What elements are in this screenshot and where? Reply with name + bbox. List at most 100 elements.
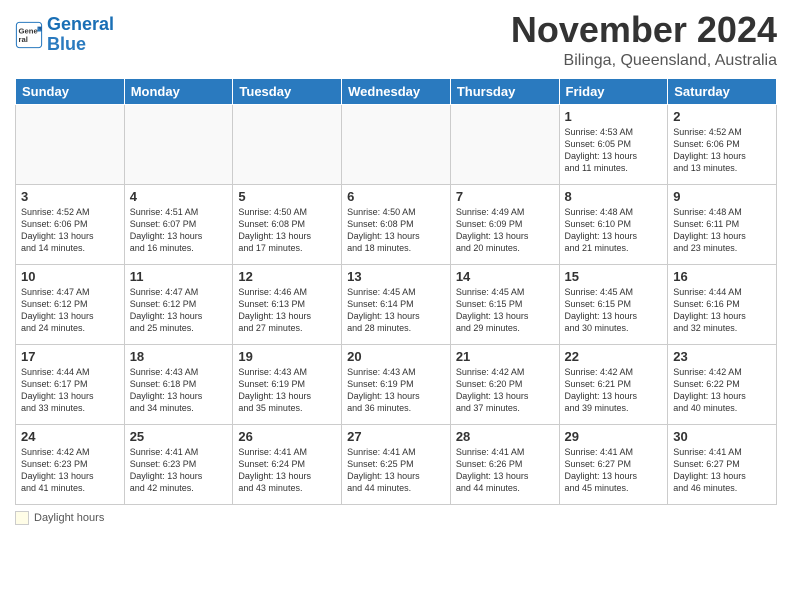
- calendar-cell: 11 Sunrise: 4:47 AM Sunset: 6:12 PM Dayli…: [124, 264, 233, 344]
- calendar-cell: 12Sunrise: 4:46 AM Sunset: 6:13 PM Dayli…: [233, 264, 342, 344]
- day-number: 7: [456, 189, 554, 204]
- day-info: Sunrise: 4:51 AM Sunset: 6:07 PM Dayligh…: [130, 206, 228, 255]
- calendar-cell: 7 Sunrise: 4:49 AM Sunset: 6:09 PM Daylig…: [450, 184, 559, 264]
- day-number: 11: [130, 269, 228, 284]
- calendar-cell: 14Sunrise: 4:45 AM Sunset: 6:15 PM Dayli…: [450, 264, 559, 344]
- day-number: 17: [21, 349, 119, 364]
- svg-text:Gene: Gene: [19, 26, 39, 35]
- day-number: 2: [673, 109, 771, 124]
- calendar-cell: 18 Sunrise: 4:43 AM Sunset: 6:18 PM Dayli…: [124, 344, 233, 424]
- day-number: 24: [21, 429, 119, 444]
- day-info: Sunrise: 4:43 AM Sunset: 6:19 PM Dayligh…: [347, 366, 445, 415]
- day-number: 18: [130, 349, 228, 364]
- day-number: 19: [238, 349, 336, 364]
- day-info: Sunrise: 4:41 AM Sunset: 6:24 PM Dayligh…: [238, 446, 336, 495]
- day-number: 25: [130, 429, 228, 444]
- calendar-header-monday: Monday: [124, 78, 233, 104]
- calendar-cell: [16, 104, 125, 184]
- day-number: 16: [673, 269, 771, 284]
- calendar-week-3: 17Sunrise: 4:44 AM Sunset: 6:17 PM Dayli…: [16, 344, 777, 424]
- day-number: 29: [565, 429, 663, 444]
- calendar-cell: 8Sunrise: 4:48 AM Sunset: 6:10 PM Daylig…: [559, 184, 668, 264]
- day-info: Sunrise: 4:42 AM Sunset: 6:22 PM Dayligh…: [673, 366, 771, 415]
- calendar-cell: 15Sunrise: 4:45 AM Sunset: 6:15 PM Dayli…: [559, 264, 668, 344]
- day-info: Sunrise: 4:47 AM Sunset: 6:12 PM Dayligh…: [130, 286, 228, 335]
- calendar-cell: 9 Sunrise: 4:48 AM Sunset: 6:11 PM Daylig…: [668, 184, 777, 264]
- calendar-cell: 26 Sunrise: 4:41 AM Sunset: 6:24 PM Dayli…: [233, 424, 342, 504]
- calendar-header-saturday: Saturday: [668, 78, 777, 104]
- header: Gene ral General Blue November 2024 Bili…: [15, 10, 777, 70]
- day-info: Sunrise: 4:42 AM Sunset: 6:21 PM Dayligh…: [565, 366, 663, 415]
- legend-label: Daylight hours: [34, 512, 104, 524]
- day-number: 6: [347, 189, 445, 204]
- calendar-week-0: 1Sunrise: 4:53 AM Sunset: 6:05 PM Daylig…: [16, 104, 777, 184]
- month-title: November 2024: [511, 10, 777, 50]
- day-info: Sunrise: 4:42 AM Sunset: 6:23 PM Dayligh…: [21, 446, 119, 495]
- day-info: Sunrise: 4:41 AM Sunset: 6:27 PM Dayligh…: [565, 446, 663, 495]
- svg-text:ral: ral: [19, 35, 28, 44]
- day-number: 27: [347, 429, 445, 444]
- calendar-cell: 10Sunrise: 4:47 AM Sunset: 6:12 PM Dayli…: [16, 264, 125, 344]
- calendar-cell: 13Sunrise: 4:45 AM Sunset: 6:14 PM Dayli…: [342, 264, 451, 344]
- day-info: Sunrise: 4:50 AM Sunset: 6:08 PM Dayligh…: [238, 206, 336, 255]
- day-number: 30: [673, 429, 771, 444]
- logo-text-blue: Blue: [47, 35, 114, 55]
- day-info: Sunrise: 4:50 AM Sunset: 6:08 PM Dayligh…: [347, 206, 445, 255]
- day-number: 23: [673, 349, 771, 364]
- day-info: Sunrise: 4:44 AM Sunset: 6:16 PM Dayligh…: [673, 286, 771, 335]
- calendar-header-wednesday: Wednesday: [342, 78, 451, 104]
- calendar-cell: 1Sunrise: 4:53 AM Sunset: 6:05 PM Daylig…: [559, 104, 668, 184]
- calendar-cell: 20 Sunrise: 4:43 AM Sunset: 6:19 PM Dayli…: [342, 344, 451, 424]
- day-number: 21: [456, 349, 554, 364]
- day-info: Sunrise: 4:48 AM Sunset: 6:11 PM Dayligh…: [673, 206, 771, 255]
- day-info: Sunrise: 4:46 AM Sunset: 6:13 PM Dayligh…: [238, 286, 336, 335]
- location-title: Bilinga, Queensland, Australia: [511, 52, 777, 70]
- calendar-cell: 17Sunrise: 4:44 AM Sunset: 6:17 PM Dayli…: [16, 344, 125, 424]
- calendar-cell: 6 Sunrise: 4:50 AM Sunset: 6:08 PM Daylig…: [342, 184, 451, 264]
- calendar-header-tuesday: Tuesday: [233, 78, 342, 104]
- logo-icon: Gene ral: [15, 21, 43, 49]
- day-info: Sunrise: 4:45 AM Sunset: 6:15 PM Dayligh…: [565, 286, 663, 335]
- day-number: 4: [130, 189, 228, 204]
- calendar-header-sunday: Sunday: [16, 78, 125, 104]
- day-info: Sunrise: 4:42 AM Sunset: 6:20 PM Dayligh…: [456, 366, 554, 415]
- calendar-cell: 28 Sunrise: 4:41 AM Sunset: 6:26 PM Dayli…: [450, 424, 559, 504]
- calendar-cell: [342, 104, 451, 184]
- calendar-week-4: 24 Sunrise: 4:42 AM Sunset: 6:23 PM Dayli…: [16, 424, 777, 504]
- calendar-week-2: 10Sunrise: 4:47 AM Sunset: 6:12 PM Dayli…: [16, 264, 777, 344]
- day-info: Sunrise: 4:41 AM Sunset: 6:26 PM Dayligh…: [456, 446, 554, 495]
- calendar-cell: 19 Sunrise: 4:43 AM Sunset: 6:19 PM Dayli…: [233, 344, 342, 424]
- day-number: 28: [456, 429, 554, 444]
- page-container: Gene ral General Blue November 2024 Bili…: [0, 0, 792, 535]
- calendar-cell: [233, 104, 342, 184]
- day-number: 26: [238, 429, 336, 444]
- day-info: Sunrise: 4:52 AM Sunset: 6:06 PM Dayligh…: [673, 126, 771, 175]
- calendar-cell: 25Sunrise: 4:41 AM Sunset: 6:23 PM Dayli…: [124, 424, 233, 504]
- calendar-cell: 24 Sunrise: 4:42 AM Sunset: 6:23 PM Dayli…: [16, 424, 125, 504]
- calendar-cell: 16 Sunrise: 4:44 AM Sunset: 6:16 PM Dayli…: [668, 264, 777, 344]
- day-info: Sunrise: 4:49 AM Sunset: 6:09 PM Dayligh…: [456, 206, 554, 255]
- title-area: November 2024 Bilinga, Queensland, Austr…: [511, 10, 777, 70]
- calendar-cell: 27 Sunrise: 4:41 AM Sunset: 6:25 PM Dayli…: [342, 424, 451, 504]
- calendar-header-thursday: Thursday: [450, 78, 559, 104]
- day-number: 14: [456, 269, 554, 284]
- legend: Daylight hours: [15, 511, 777, 525]
- calendar-cell: 5Sunrise: 4:50 AM Sunset: 6:08 PM Daylig…: [233, 184, 342, 264]
- calendar-table: SundayMondayTuesdayWednesdayThursdayFrid…: [15, 78, 777, 505]
- calendar-cell: [124, 104, 233, 184]
- calendar-header-row: SundayMondayTuesdayWednesdayThursdayFrid…: [16, 78, 777, 104]
- day-info: Sunrise: 4:43 AM Sunset: 6:19 PM Dayligh…: [238, 366, 336, 415]
- legend-box: [15, 511, 29, 525]
- day-info: Sunrise: 4:41 AM Sunset: 6:25 PM Dayligh…: [347, 446, 445, 495]
- day-number: 1: [565, 109, 663, 124]
- calendar-cell: 21 Sunrise: 4:42 AM Sunset: 6:20 PM Dayli…: [450, 344, 559, 424]
- logo: Gene ral General Blue: [15, 15, 114, 55]
- calendar-cell: 2 Sunrise: 4:52 AM Sunset: 6:06 PM Daylig…: [668, 104, 777, 184]
- day-info: Sunrise: 4:47 AM Sunset: 6:12 PM Dayligh…: [21, 286, 119, 335]
- calendar-cell: [450, 104, 559, 184]
- day-info: Sunrise: 4:43 AM Sunset: 6:18 PM Dayligh…: [130, 366, 228, 415]
- calendar-cell: 30Sunrise: 4:41 AM Sunset: 6:27 PM Dayli…: [668, 424, 777, 504]
- day-number: 9: [673, 189, 771, 204]
- day-number: 20: [347, 349, 445, 364]
- calendar-cell: 23 Sunrise: 4:42 AM Sunset: 6:22 PM Dayli…: [668, 344, 777, 424]
